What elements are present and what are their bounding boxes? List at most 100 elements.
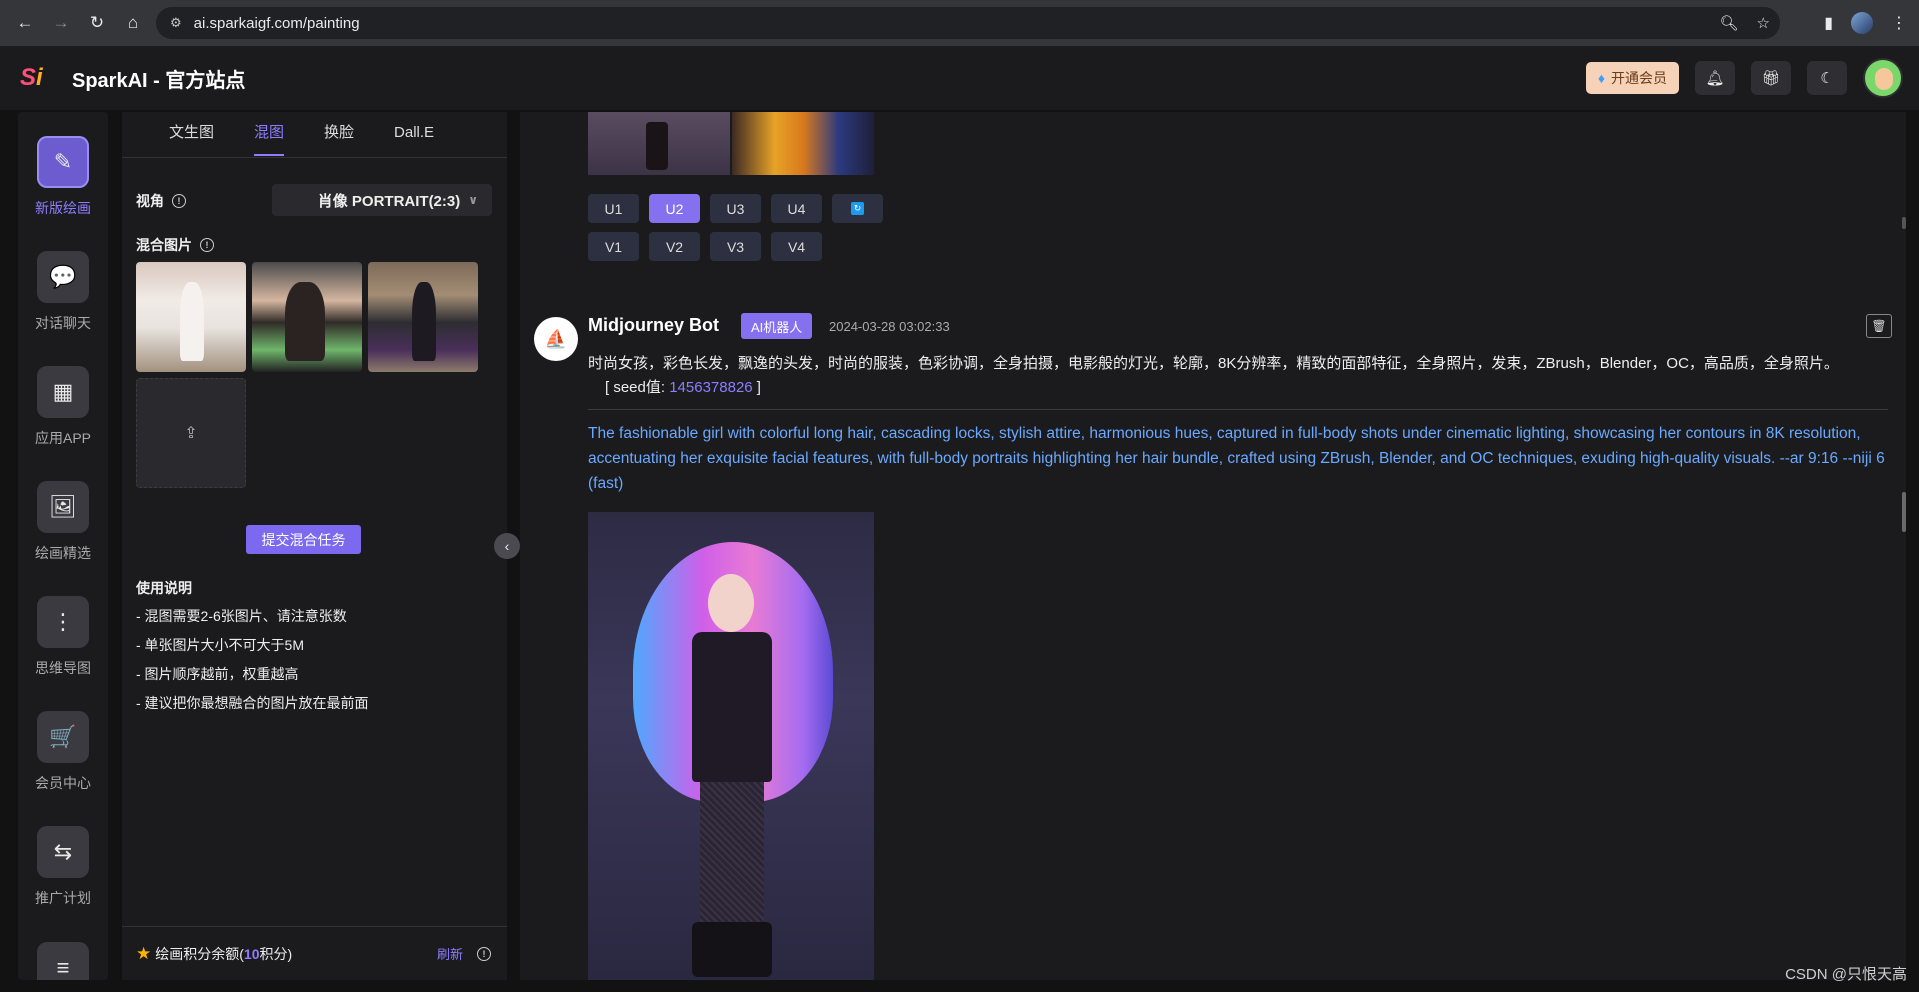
variation-button-v3[interactable]: V3 [710, 232, 761, 261]
refresh-credits-link[interactable]: 刷新 [437, 944, 463, 963]
variation-button-v4[interactable]: V4 [771, 232, 822, 261]
shopping-cart-icon: 🛒 [37, 711, 89, 763]
reroll-button[interactable]: ↻ [832, 194, 883, 223]
legs-shape [700, 782, 764, 932]
submit-blend-button[interactable]: 提交混合任务 [246, 525, 361, 554]
prompt-english: The fashionable girl with colorful long … [588, 425, 1885, 492]
upload-button[interactable]: ⇪ [136, 378, 246, 488]
seed-prefix: [ seed值: [605, 379, 670, 396]
result-image[interactable] [588, 112, 730, 175]
credits-value: 10 [243, 945, 260, 962]
body-shape [692, 632, 772, 782]
rail-item-chat[interactable]: 💬 对话聊天 [18, 251, 108, 333]
more-icon: ≡ [37, 942, 89, 980]
upscale-button-u4[interactable]: U4 [771, 194, 822, 223]
rail-label: 会员中心 [35, 775, 91, 791]
vip-button[interactable]: ♦ 开通会员 [1585, 62, 1679, 94]
browser-toolbar: ← → ↻ ⌂ ⚙ ai.sparkaigf.com/painting 🔍︎ ☆… [0, 0, 1919, 46]
back-icon[interactable]: ← [12, 10, 38, 36]
face-shape [708, 574, 754, 632]
rail-item-gallery[interactable]: 🖼 绘画精选 [18, 481, 108, 563]
result-image[interactable] [732, 112, 874, 175]
rail-item-new-painting[interactable]: ✎ 新版绘画 [18, 136, 108, 218]
blend-image-thumb[interactable] [136, 262, 246, 372]
forward-icon[interactable]: → [48, 10, 74, 36]
reload-icon[interactable]: ↻ [84, 10, 110, 36]
scrollbar-thumb[interactable] [1902, 492, 1906, 532]
usage-item: - 建议把你最想融合的图片放在最前面 [136, 695, 369, 711]
boots-shape [692, 922, 772, 977]
tab-blend[interactable]: 混图 [254, 112, 285, 158]
collapse-panel-chevron-left-icon[interactable]: ‹ [494, 533, 520, 559]
message-feed: U1 U2 U3 U4 ↻ V1 V2 V3 V4 ⛵ Midjourney B… [520, 112, 1906, 980]
upscale-button-u3[interactable]: U3 [710, 194, 761, 223]
rail-item-apps[interactable]: ▦ 应用APP [18, 366, 108, 448]
seed-line: [ seed值: 1456378826 ] [605, 376, 761, 397]
aspect-ratio-select[interactable]: 肖像 PORTRAIT(2:3) ∨ [272, 184, 492, 216]
gift-icon[interactable]: 🎁︎ [1751, 61, 1791, 95]
rail-item-referral[interactable]: ⇆ 推广计划 [18, 826, 108, 908]
dark-mode-moon-icon[interactable]: ☾ [1807, 61, 1847, 95]
site-settings-icon[interactable]: ⚙ [170, 15, 182, 31]
variation-button-row: V1 V2 V3 V4 [588, 232, 822, 261]
upscale-button-u1[interactable]: U1 [588, 194, 639, 223]
variation-button-v1[interactable]: V1 [588, 232, 639, 261]
rail-label: 对话聊天 [35, 315, 91, 331]
bot-avatar: ⛵ [534, 317, 578, 361]
scrollbar-thumb[interactable] [1902, 217, 1906, 229]
share-icon: ⇆ [37, 826, 89, 878]
profile-avatar[interactable] [1851, 12, 1873, 34]
blend-image-thumb[interactable] [368, 262, 478, 372]
notification-bell-icon[interactable]: 🔔︎ [1695, 61, 1735, 95]
generated-image[interactable] [588, 512, 874, 980]
tab-dalle[interactable]: Dall.E [394, 112, 434, 158]
left-nav-rail: ✎ 新版绘画 💬 对话聊天 ▦ 应用APP 🖼 绘画精选 ⋮ 思维导图 🛒 会员… [18, 112, 108, 980]
reroll-icon: ↻ [851, 202, 864, 215]
blend-image-thumb[interactable] [252, 262, 362, 372]
usage-item: - 混图需要2-6张图片、请注意张数 [136, 608, 347, 624]
chat-bubble-icon: 💬 [37, 251, 89, 303]
side-panel-icon[interactable]: ▮ [1824, 13, 1833, 33]
rail-label: 应用APP [34, 430, 91, 446]
tab-text-to-image[interactable]: 文生图 [169, 112, 214, 158]
menu-kebab-icon[interactable]: ⋮ [1891, 13, 1907, 33]
rail-item-mindmap[interactable]: ⋮ 思维导图 [18, 596, 108, 678]
info-icon[interactable]: ! [172, 194, 186, 208]
person-figure [285, 281, 325, 361]
upscale-button-row: U1 U2 U3 U4 ↻ [588, 194, 883, 223]
person-figure [180, 281, 205, 361]
mindmap-icon: ⋮ [37, 596, 89, 648]
diamond-icon: ♦ [1597, 70, 1605, 86]
credits-prefix: 绘画积分余额( [155, 945, 244, 962]
home-icon[interactable]: ⌂ [120, 10, 146, 36]
app-header: Si SparkAI - 官方站点 ♦ 开通会员 🔔︎ 🎁︎ ☾ [0, 46, 1919, 110]
aspect-ratio-value: 肖像 PORTRAIT(2:3) [317, 192, 461, 210]
rail-label: 绘画精选 [35, 545, 91, 561]
bookmark-star-icon[interactable]: ☆ [1757, 14, 1770, 32]
address-bar[interactable]: ⚙ ai.sparkaigf.com/painting 🔍︎ ☆ [156, 7, 1780, 39]
bot-name: Midjourney Bot [588, 315, 719, 335]
user-avatar[interactable] [1863, 58, 1903, 98]
tab-face-swap[interactable]: 换脸 [324, 112, 354, 158]
rail-item-member-center[interactable]: 🛒 会员中心 [18, 711, 108, 793]
blend-panel: 文生图 混图 换脸 Dall.E 视角 ! 肖像 PORTRAIT(2:3) ∨… [122, 112, 507, 980]
variation-button-v2[interactable]: V2 [649, 232, 700, 261]
view-label-row: 视角 ! [136, 191, 186, 211]
star-icon: ★ [136, 943, 152, 963]
usage-title: 使用说明 [136, 580, 192, 596]
info-icon[interactable]: ! [200, 238, 214, 252]
sparkai-logo[interactable]: Si [20, 60, 58, 96]
seed-value[interactable]: 1456378826 [669, 379, 752, 396]
rail-item-more[interactable]: ≡ [18, 942, 108, 980]
image-icon: 🖼 [37, 481, 89, 533]
delete-trash-icon[interactable]: 🗑︎ [1866, 314, 1892, 338]
info-icon[interactable]: ! [477, 946, 491, 961]
upscale-button-u2[interactable]: U2 [649, 194, 700, 223]
zoom-icon[interactable]: 🔍︎ [1720, 14, 1739, 32]
url-text[interactable]: ai.sparkaigf.com/painting [194, 15, 360, 32]
paint-brush-icon: ✎ [37, 136, 89, 188]
app-title: SparkAI - 官方站点 [72, 69, 246, 92]
message-timestamp: 2024-03-28 03:02:33 [829, 319, 950, 334]
rail-label: 推广计划 [35, 890, 91, 906]
credits-footer: ★ 绘画积分余额(10 积分) 刷新 ! [122, 926, 507, 980]
